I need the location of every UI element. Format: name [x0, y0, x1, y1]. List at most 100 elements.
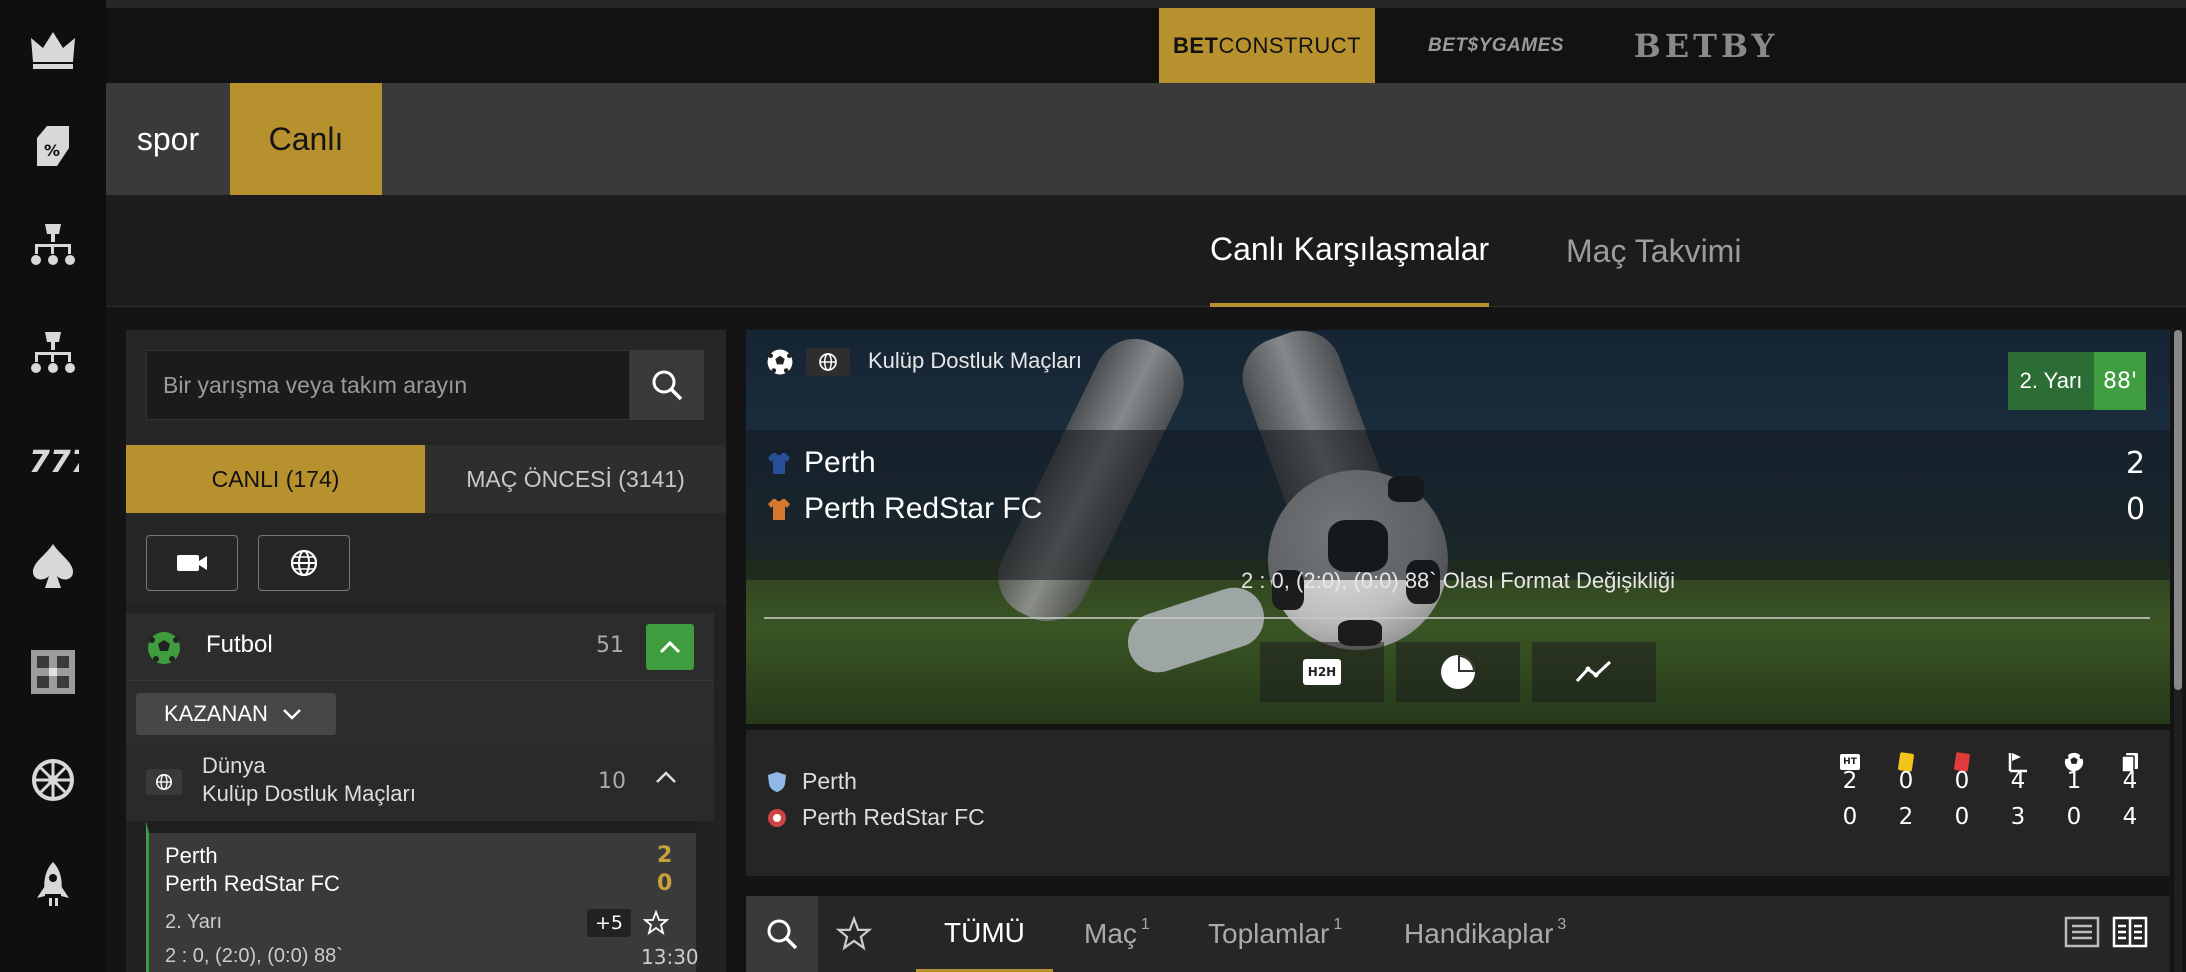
- tab-live-matches[interactable]: Canlı Karşılaşmalar: [1210, 195, 1490, 307]
- chevron-up-icon[interactable]: [654, 769, 678, 785]
- search-input[interactable]: [146, 350, 630, 420]
- mode-toggle: CANLI (174) MAÇ ÖNCESİ (3141): [126, 445, 726, 513]
- market-tab-match[interactable]: Maç 1: [1084, 896, 1150, 972]
- hero-team2: Perth RedStar FC: [766, 492, 1042, 526]
- hero-score1: 2: [2126, 446, 2146, 481]
- market-favorites-button[interactable]: [818, 896, 890, 972]
- market-tab-totals[interactable]: Toplamlar 1: [1208, 896, 1342, 972]
- competition-row[interactable]: Dünya Kulüp Dostluk Maçları 10: [126, 745, 714, 821]
- hero-team1: Perth: [766, 446, 876, 480]
- stat-value: 0: [2066, 804, 2082, 830]
- chevron-down-icon: [283, 709, 301, 720]
- rail-casino[interactable]: [0, 516, 106, 616]
- search-icon: [767, 919, 798, 950]
- stat-value: 2: [1842, 768, 1858, 794]
- globe-icon: [290, 549, 318, 577]
- globe-filter-button[interactable]: [258, 535, 350, 591]
- timeline-button[interactable]: [1532, 642, 1656, 702]
- rail-wheel[interactable]: [0, 730, 106, 830]
- crown-icon: [31, 32, 75, 69]
- market-tab-handicaps[interactable]: Handikaplar 3: [1404, 896, 1566, 972]
- tab-live-matches-label: Canlı Karşılaşmalar: [1210, 230, 1490, 267]
- filter-row: [126, 513, 726, 605]
- market-tab-count: 3: [1557, 916, 1567, 933]
- match-card[interactable]: Perth Perth RedStar FC 2 0 2. Yarı +5 2 …: [146, 821, 699, 972]
- soccer-ball-icon: [148, 632, 180, 664]
- search-area: [126, 330, 726, 445]
- nav-spor[interactable]: spor: [106, 83, 230, 195]
- globe-icon: [819, 353, 837, 371]
- jersey-blue-icon: [768, 453, 790, 474]
- right-scrollbar-thumb[interactable]: [2174, 330, 2182, 690]
- globe-icon: [156, 774, 172, 790]
- search-button[interactable]: [630, 350, 704, 420]
- market-select-label: KAZANAN: [164, 701, 268, 726]
- tournament-tree-icon: [31, 332, 75, 373]
- h2h-button[interactable]: H2H: [1260, 642, 1384, 702]
- mode-live-button[interactable]: CANLI (174): [126, 445, 425, 513]
- stat-value: 0: [1954, 768, 1970, 794]
- provider-betby[interactable]: BETBY: [1606, 8, 1806, 83]
- nav-canli[interactable]: Canlı: [230, 83, 382, 195]
- sport-row-futbol[interactable]: Futbol 51: [126, 613, 714, 681]
- tab-match-calendar-label: Maç Takvimi: [1566, 232, 1742, 269]
- rail-crash[interactable]: [0, 836, 106, 936]
- left-panel: CANLI (174) MAÇ ÖNCESİ (3141) Futbol 51: [126, 330, 726, 972]
- chevron-up-icon: [659, 640, 681, 654]
- hero-competition: Kulüp Dostluk Maçları: [868, 348, 1082, 373]
- right-scrollbar[interactable]: [2174, 330, 2182, 972]
- hero-info: 2 : 0, (2:0), (0:0) 88` Olası Format Değ…: [1240, 568, 1676, 593]
- more-markets-badge[interactable]: +5: [587, 909, 631, 937]
- tab-match-calendar[interactable]: Maç Takvimi: [1566, 195, 1741, 307]
- video-filter-button[interactable]: [146, 535, 238, 591]
- hero-team2-name: Perth RedStar FC: [804, 492, 1043, 525]
- hero-score2: 0: [2126, 492, 2146, 527]
- mode-prematch-label: MAÇ ÖNCESİ (3141): [466, 465, 685, 492]
- list-view-icon[interactable]: [2064, 914, 2100, 950]
- provider-betconstruct-bold: BET: [1172, 32, 1219, 58]
- match-team1: Perth: [165, 843, 218, 868]
- hero-team1-name: Perth: [804, 446, 876, 479]
- competition-count: 10: [598, 769, 626, 794]
- match-stats: HT Perth Perth RedStar FC 2 0 0 4 1 4 0 …: [746, 730, 2170, 876]
- competition-name: Kulüp Dostluk Maçları: [202, 781, 416, 806]
- rail-promotions[interactable]: %: [0, 96, 106, 196]
- stat-team2-name: Perth RedStar FC: [802, 804, 985, 830]
- app-root: % 777 BETCONSTRUCT BET$YGAMES: [0, 0, 2186, 972]
- provider-betsygames-label: BET$YGAMES: [1428, 34, 1564, 56]
- rail-slots[interactable]: 777: [0, 410, 106, 510]
- hero-divider: [764, 617, 2150, 619]
- market-tab-count: 1: [1140, 916, 1150, 933]
- rail-crown[interactable]: [0, 0, 106, 100]
- provider-betconstruct[interactable]: BET CONSTRUCT: [1159, 8, 1375, 83]
- slots-777-icon: 777: [29, 445, 79, 480]
- favorite-star-icon[interactable]: [643, 910, 669, 936]
- rail-tournaments-2[interactable]: [0, 304, 106, 404]
- stat-value: 4: [2010, 768, 2026, 794]
- tournament-tree-icon: [31, 224, 75, 265]
- stats-pie-button[interactable]: [1396, 642, 1520, 702]
- stat-value: 1: [2066, 768, 2082, 794]
- aztec-tile-icon: [31, 650, 75, 694]
- top-nav: spor Canlı: [106, 83, 2186, 195]
- stat-value: 0: [1842, 804, 1858, 830]
- market-select-button[interactable]: KAZANAN: [136, 693, 336, 735]
- video-camera-icon: [177, 555, 207, 571]
- sport-collapse-button[interactable]: [646, 624, 694, 670]
- h2h-icon: H2H: [1303, 659, 1341, 685]
- soccer-ball-icon: [767, 349, 793, 375]
- market-tabs: TÜMÜ Maç 1 Toplamlar 1 Handikaplar 3: [746, 896, 2170, 972]
- competition-region: Dünya: [202, 753, 266, 778]
- rail-aztec-games[interactable]: [0, 622, 106, 722]
- market-tab-all[interactable]: TÜMÜ: [916, 896, 1053, 972]
- market-search-button[interactable]: [746, 896, 818, 972]
- mode-prematch-button[interactable]: MAÇ ÖNCESİ (3141): [425, 445, 726, 513]
- stat-team1: Perth: [766, 768, 857, 795]
- stat-team2: Perth RedStar FC: [766, 804, 985, 831]
- pie-chart-icon: [1441, 655, 1475, 689]
- provider-betsygames[interactable]: BET$YGAMES: [1406, 8, 1586, 83]
- grid-view-icon[interactable]: [2112, 914, 2148, 950]
- stat-value: 2: [1898, 804, 1914, 830]
- search-box: [146, 350, 726, 420]
- rail-tournaments[interactable]: [0, 196, 106, 296]
